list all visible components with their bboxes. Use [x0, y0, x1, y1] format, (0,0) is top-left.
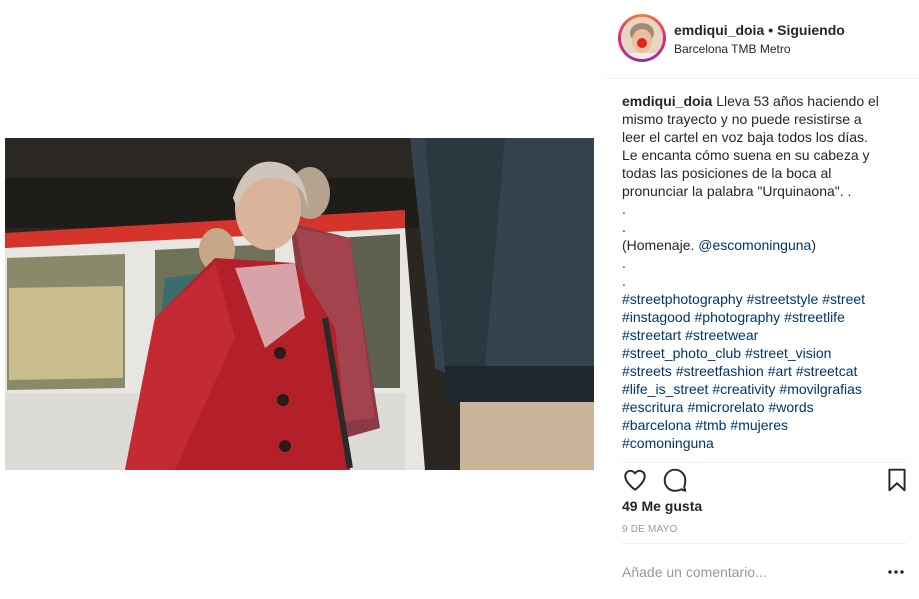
hashtag-link[interactable]: #creativity: [712, 381, 775, 397]
likes-count[interactable]: 49 Me gusta: [622, 498, 702, 514]
hashtag-line-5: #streets #streetfashion #art #streetcat: [622, 362, 906, 380]
hashtag-link[interactable]: #barcelona: [622, 417, 691, 433]
hashtag-link[interactable]: #movilgrafias: [779, 381, 861, 397]
separator-dot: •: [768, 22, 774, 38]
hashtag-line-1: #streetphotography #streetstyle #street: [622, 290, 906, 308]
caption-line-1: mismo trayecto y no puede resistirse a: [622, 111, 862, 127]
more-dots-icon[interactable]: [886, 562, 906, 582]
hashtag-link[interactable]: #comoninguna: [622, 435, 714, 451]
post-photo[interactable]: [5, 138, 594, 470]
caption-line-6: .: [622, 201, 626, 217]
caption-line-9: .: [622, 255, 626, 271]
caption-line-10: .: [622, 273, 626, 289]
hashtag-line-7: #escritura #microrelato #words: [622, 398, 906, 416]
hashtag-link[interactable]: #life_is_street: [622, 381, 708, 397]
hashtag-link[interactable]: #streetcat: [796, 363, 857, 379]
post-header: emdiqui_doia • Siguiendo Barcelona TMB Met…: [606, 0, 919, 79]
follow-status-button[interactable]: Siguiendo: [777, 22, 845, 38]
hashtag-link[interactable]: #art: [768, 363, 792, 379]
hashtag-line-3: #streetart #streetwear: [622, 326, 906, 344]
caption-line-0: emdiqui_doia Lleva 53 años haciendo el: [622, 92, 906, 110]
hashtag-link[interactable]: #streetfashion: [676, 363, 764, 379]
caption-username[interactable]: emdiqui_doia: [622, 93, 712, 109]
hashtag-line-8: #barcelona #tmb #mujeres: [622, 416, 906, 434]
photo-image: [5, 138, 594, 470]
hashtag-link[interactable]: #mujeres: [730, 417, 788, 433]
hashtag-link[interactable]: #streetlife: [784, 309, 845, 325]
hashtag-link[interactable]: #street_vision: [745, 345, 831, 361]
username-link[interactable]: emdiqui_doia: [674, 22, 764, 38]
avatar-image: [621, 17, 663, 59]
hashtag-link[interactable]: #words: [769, 399, 814, 415]
hashtag-link[interactable]: #microrelato: [687, 399, 764, 415]
caption-line-5: pronunciar la palabra "Urquinaona". .: [622, 183, 852, 199]
hashtag-link[interactable]: #photography: [695, 309, 781, 325]
bookmark-icon[interactable]: [884, 467, 910, 493]
hashtag-link[interactable]: #streetart: [622, 327, 681, 343]
hashtag-line-6: #life_is_street #creativity #movilgrafias: [622, 380, 906, 398]
mention-link[interactable]: @escomoninguna: [698, 237, 811, 253]
post-sidebar: emdiqui_doia • Siguiendo Barcelona TMB Met…: [606, 0, 919, 598]
mention-suffix: ): [811, 237, 816, 253]
comment-bar: [622, 543, 906, 599]
caption-line-3: Le encanta cómo suena en su cabeza y: [622, 147, 870, 163]
caption-text: Lleva 53 años haciendo el: [716, 93, 879, 109]
caption-line-4: todas las posiciones de la boca al: [622, 165, 832, 181]
hashtag-link[interactable]: #streetphotography: [622, 291, 743, 307]
hashtag-link[interactable]: #escritura: [622, 399, 683, 415]
avatar[interactable]: [618, 14, 666, 62]
hashtag-link[interactable]: #streetstyle: [747, 291, 819, 307]
post-actions: [622, 462, 906, 495]
hashtag-link[interactable]: #tmb: [695, 417, 726, 433]
photo-area: [0, 0, 600, 598]
comment-input[interactable]: [622, 560, 862, 584]
hashtag-link[interactable]: #street: [822, 291, 865, 307]
homenaje-text: (Homenaje.: [622, 237, 699, 253]
post-date[interactable]: 9 DE MAYO: [622, 524, 678, 535]
caption-line-8: (Homenaje. @escomoninguna): [622, 236, 906, 254]
hashtag-line-9: #comoninguna: [622, 434, 906, 452]
hashtag-line-2: #instagood #photography #streetlife: [622, 308, 906, 326]
caption: emdiqui_doia Lleva 53 años haciendo el mi…: [622, 92, 906, 452]
caption-line-2: leer el cartel en voz baja todos los día…: [622, 129, 868, 145]
hashtag-line-4: #street_photo_club #street_vision: [622, 344, 906, 362]
hashtag-link[interactable]: #streetwear: [685, 327, 758, 343]
hashtag-link[interactable]: #street_photo_club: [622, 345, 741, 361]
heart-icon[interactable]: [622, 467, 648, 493]
comment-icon[interactable]: [662, 467, 688, 493]
caption-line-7: .: [622, 219, 626, 235]
header-user-line: emdiqui_doia • Siguiendo: [674, 22, 845, 38]
hashtag-link[interactable]: #streets: [622, 363, 672, 379]
hashtag-link[interactable]: #instagood: [622, 309, 691, 325]
location-link[interactable]: Barcelona TMB Metro: [674, 42, 791, 56]
